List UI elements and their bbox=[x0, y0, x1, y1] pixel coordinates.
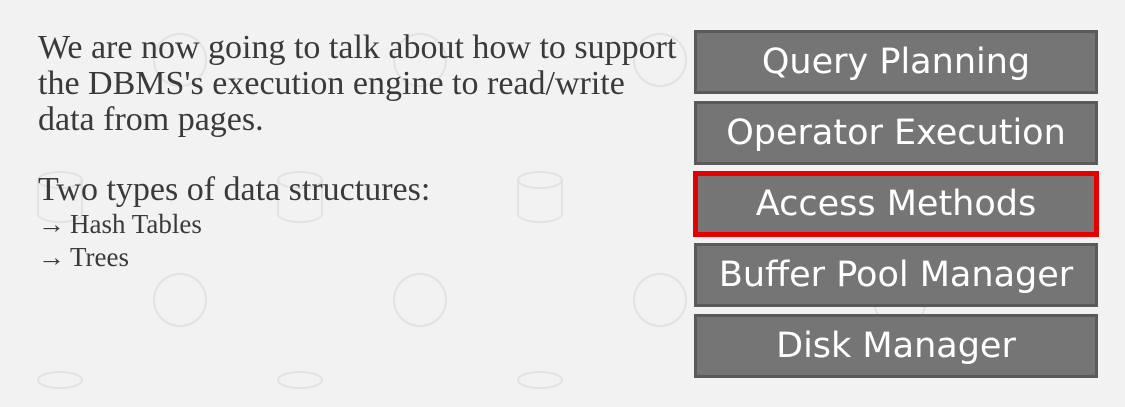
dbms-layer-stack: Query Planning Operator Execution Access… bbox=[693, 30, 1099, 385]
layer-label: Access Methods bbox=[755, 184, 1037, 224]
layer-query-planning: Query Planning bbox=[694, 30, 1098, 94]
list-item-text: Hash Tables bbox=[70, 209, 202, 239]
data-structures-list: → Hash Tables → Trees bbox=[38, 208, 678, 274]
layer-buffer-pool-manager: Buffer Pool Manager bbox=[694, 243, 1098, 307]
layer-label: Buffer Pool Manager bbox=[718, 255, 1074, 295]
list-item-text: Trees bbox=[70, 242, 130, 272]
layer-label: Query Planning bbox=[761, 42, 1031, 82]
arrow-right-icon: → bbox=[38, 242, 65, 272]
data-structures-heading: Two types of data structures: bbox=[38, 171, 431, 208]
text-column: We are now going to talk about how to su… bbox=[38, 30, 678, 274]
list-item: → Trees bbox=[38, 241, 678, 274]
layer-operator-execution: Operator Execution bbox=[694, 101, 1098, 165]
layer-disk-manager: Disk Manager bbox=[694, 314, 1098, 378]
arrow-right-icon: → bbox=[38, 209, 65, 239]
layer-label: Disk Manager bbox=[776, 326, 1016, 366]
layer-label: Operator Execution bbox=[726, 113, 1066, 153]
layer-access-methods: Access Methods bbox=[693, 171, 1099, 237]
list-item: → Hash Tables bbox=[38, 208, 678, 241]
intro-paragraph: We are now going to talk about how to su… bbox=[38, 29, 677, 138]
